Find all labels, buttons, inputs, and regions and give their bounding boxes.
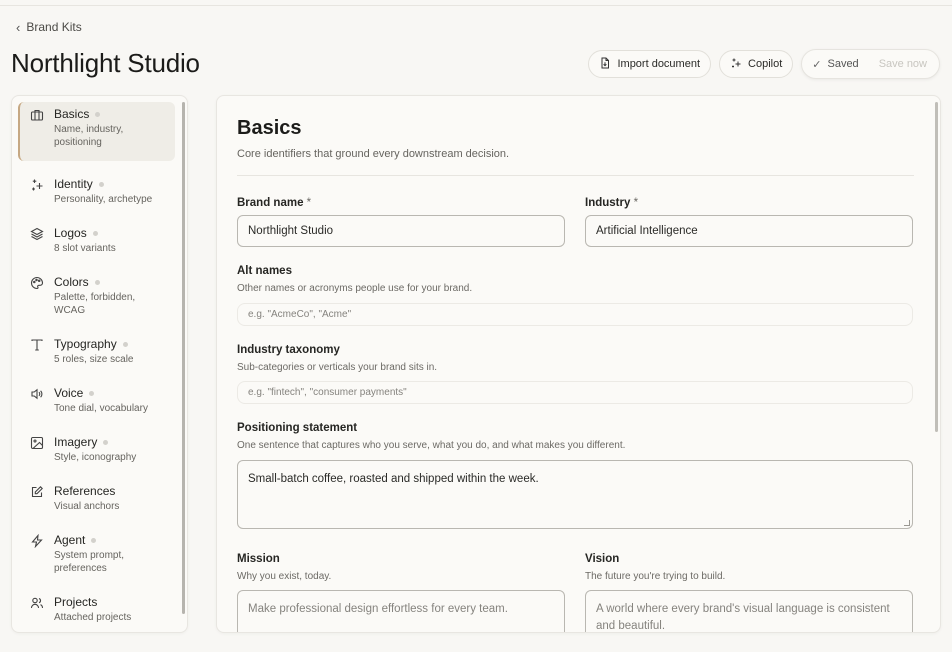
sidebar-scrollbar[interactable] [182,102,185,614]
sidebar-item-sub: Palette, forbidden, WCAG [54,292,136,316]
page-title: Northlight Studio [11,48,200,78]
status-dot [91,537,97,543]
section-divider [237,175,914,176]
sidebar-item-label: References [54,484,116,498]
brand-name-input[interactable]: Northlight Studio [237,215,565,247]
saved-indicator: ✓ Saved [812,58,858,71]
speaker-icon [30,387,44,401]
basics-form-card: Basics Core identifiers that ground ever… [216,95,941,633]
save-status-group: ✓ Saved Save now [801,49,940,79]
sidebar-item-colors[interactable]: Colors Palette, forbidden, WCAG [18,270,175,321]
sidebar-item-logos[interactable]: Logos 8 slot variants [18,221,175,259]
positioning-label: Positioning statement [237,422,358,434]
sidebar-item-imagery[interactable]: Imagery Style, iconography [18,430,175,468]
sidebar-item-sub: System prompt, preferences [54,550,125,574]
copilot-label: Copilot [748,58,783,70]
sidebar-item-sub: Personality, archetype [54,194,153,205]
back-link-label: Brand Kits [26,20,82,34]
mission-textarea[interactable]: Make professional design effortless for … [237,590,565,632]
briefcase-icon [30,108,44,122]
save-now-button[interactable]: Save now [871,58,935,70]
industry-taxonomy-help: Sub-categories or verticals your brand s… [237,362,438,373]
positioning-value: Small-batch coffee, roasted and shipped … [248,473,539,485]
sidebar-item-label: Agent [54,533,86,547]
status-dot [95,111,101,117]
sidebar-item-label: Colors [54,275,89,289]
industry-label: Industry * [585,197,639,209]
mission-label: Mission [237,553,280,565]
vision-label: Vision [585,553,620,565]
sidebar-item-label: Imagery [54,435,98,449]
import-document-button[interactable]: Import document [588,50,712,78]
vision-help: The future you're trying to build. [585,571,726,582]
sidebar-item-agent[interactable]: Agent System prompt, preferences [18,528,175,579]
sidebar-item-label: Logos [54,226,87,240]
positioning-help: One sentence that captures who you serve… [237,440,626,451]
sidebar-item-sub: Visual anchors [54,501,120,512]
sidebar-item-label: Identity [54,177,93,191]
status-dot [89,390,95,396]
check-icon: ✓ [812,58,822,71]
bolt-icon [30,533,44,549]
alt-names-input[interactable]: e.g. "AcmeCo", "Acme" [237,303,913,326]
top-divider [0,5,952,6]
brand-name-label: Brand name * [237,197,312,209]
status-dot [98,181,104,187]
sidebar-item-label: Voice [54,386,84,400]
sidebar-item-sub: Tone dial, vocabulary [54,403,148,414]
sidebar-item-basics[interactable]: Basics Name, industry, positioning [18,102,175,161]
status-dot [122,341,128,347]
import-document-label: Import document [617,58,701,70]
sidebar-item-projects[interactable]: Projects Attached projects [18,590,175,628]
sidebar-item-identity[interactable]: Identity Personality, archetype [18,172,175,210]
sparkles-icon [30,178,44,192]
alt-names-help: Other names or acronyms people use for y… [237,283,473,294]
type-icon [30,338,44,352]
header-actions: Import document Copilot ✓ Saved Save now [588,49,940,79]
sidebar-item-label: Typography [54,337,117,351]
mission-help: Why you exist, today. [237,571,332,582]
palette-icon [30,276,44,290]
copilot-button[interactable]: Copilot [719,50,794,78]
vision-textarea[interactable]: A world where every brand's visual langu… [585,590,913,632]
status-dot [94,279,100,285]
chevron-left-icon: ‹ [16,19,21,35]
layers-icon [30,227,44,241]
section-sidebar: Basics Name, industry, positioning Ident… [11,95,188,633]
users-icon [30,596,44,610]
sidebar-item-label: Projects [54,595,98,609]
alt-names-label: Alt names [237,265,292,277]
section-description: Core identifiers that ground every downs… [237,148,510,160]
sparkles-icon [730,57,742,72]
industry-input[interactable]: Artificial Intelligence [585,215,913,247]
status-dot [103,439,109,445]
positioning-textarea[interactable]: Small-batch coffee, roasted and shipped … [237,460,913,529]
saved-label: Saved [827,58,859,70]
back-link[interactable]: ‹ Brand Kits [16,20,82,34]
industry-taxonomy-label: Industry taxonomy [237,344,340,356]
sidebar-item-label: Basics [54,107,90,121]
resize-grip-icon[interactable] [904,520,910,526]
sidebar-item-typography[interactable]: Typography 5 roles, size scale [18,332,175,370]
sidebar-item-sub: Name, industry, positioning [54,124,124,148]
sidebar-item-sub: 5 roles, size scale [54,354,134,365]
image-icon [30,436,44,450]
section-title: Basics [237,117,302,139]
sidebar-item-sub: Style, iconography [54,452,137,463]
status-dot [92,230,98,236]
sidebar-item-references[interactable]: References Visual anchors [18,479,175,517]
sidebar-item-voice[interactable]: Voice Tone dial, vocabulary [18,381,175,419]
edit-icon [30,485,44,499]
main-scrollbar[interactable] [935,102,938,432]
sidebar-item-sub: 8 slot variants [54,243,116,254]
sidebar-item-sub: Attached projects [54,612,132,623]
industry-taxonomy-input[interactable]: e.g. "fintech", "consumer payments" [237,381,913,404]
document-icon [599,57,611,72]
